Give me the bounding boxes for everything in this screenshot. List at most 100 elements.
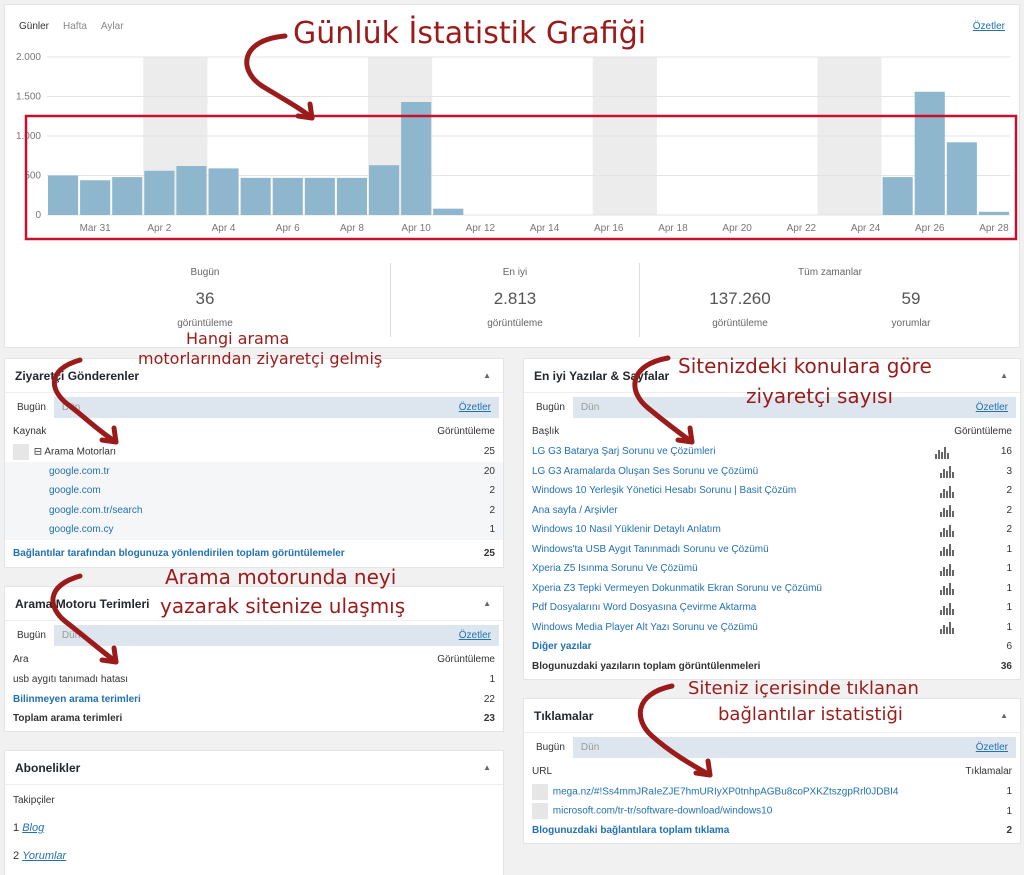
x-tick-label: Apr 14: [530, 223, 560, 234]
tab-today[interactable]: Bugün: [528, 397, 573, 418]
tab-weeks[interactable]: Hafta: [63, 21, 87, 32]
post-row[interactable]: Windows 10 Yerleşik Yönetici Hesabı Soru…: [524, 481, 1020, 501]
stat-today-label: Bugün: [190, 267, 220, 278]
tab-today[interactable]: Bugün: [9, 397, 54, 418]
posts-total-value: 36: [1000, 660, 1012, 672]
tab-today[interactable]: Bugün: [528, 737, 573, 758]
search-term-row: usb aygıtı tanımadı hatası 1: [5, 670, 503, 690]
post-row[interactable]: LG G3 Aramalarda Oluşan Ses Sorunu ve Çö…: [524, 462, 1020, 482]
bar-chart-icon[interactable]: [940, 503, 955, 518]
col-views: Görüntüleme: [437, 426, 495, 437]
bar-chart-icon[interactable]: [940, 523, 955, 537]
bar: [369, 165, 400, 215]
post-link[interactable]: Xperia Z5 Isınma Sorunu Ve Çözümü: [532, 563, 698, 574]
post-row[interactable]: Pdf Dosyalarını Word Dosyasına Çevirme A…: [524, 598, 1020, 618]
group-label[interactable]: ⊟ Arama Motorları: [34, 446, 116, 457]
post-right: 16: [934, 445, 1012, 459]
stats-chart-panel: Günler Hafta Aylar Özetler 2.000 1.500 1.0…: [4, 4, 1020, 348]
summaries-link[interactable]: Özetler: [976, 737, 1008, 758]
bar: [946, 142, 977, 215]
collapse-icon[interactable]: ▲: [1000, 359, 1008, 393]
post-row[interactable]: Windows Media Player Alt Yazı Sorunu ve …: [524, 618, 1020, 638]
top-posts-list: LG G3 Batarya Şarj Sorunu ve Çözümleri 16…: [524, 442, 1020, 637]
post-row[interactable]: Xperia Z5 Isınma Sorunu Ve Çözümü 1: [524, 559, 1020, 579]
tab-yesterday[interactable]: Dün: [54, 625, 88, 646]
referrer-row[interactable]: google.com.tr 20: [5, 461, 503, 481]
post-row[interactable]: Windows 10 Nasıl Yüklenir Detaylı Anlatı…: [524, 520, 1020, 540]
collapse-icon[interactable]: ▲: [483, 751, 491, 785]
bar-chart-icon[interactable]: [934, 445, 949, 459]
post-link[interactable]: Windows'ta USB Aygıt Tanınmadı Sorunu ve…: [532, 544, 769, 555]
bar-chart-icon[interactable]: [940, 620, 955, 635]
tab-days[interactable]: Günler: [19, 21, 49, 32]
post-link[interactable]: Pdf Dosyalarını Word Dosyasına Çevirme A…: [532, 602, 756, 613]
summaries-link[interactable]: Özetler: [976, 397, 1008, 418]
post-row[interactable]: Ana sayfa / Arşivler 2: [524, 501, 1020, 521]
post-link[interactable]: LG G3 Batarya Şarj Sorunu ve Çözümleri: [532, 446, 715, 457]
x-tick-label: Apr 20: [722, 223, 752, 234]
bar-chart-icon[interactable]: [940, 581, 955, 596]
annotation-posts-2: ziyaretçi sayısı: [746, 384, 894, 408]
bar-chart-icon[interactable]: [940, 484, 955, 498]
unknown-terms-link[interactable]: Bilinmeyen arama terimleri: [13, 694, 141, 705]
bar-chart-icon[interactable]: [940, 601, 955, 615]
referrer-link[interactable]: google.com: [13, 485, 101, 496]
referrer-row[interactable]: google.com 2: [5, 481, 503, 501]
collapse-icon[interactable]: ▲: [483, 359, 491, 393]
clicks-total-value: 2: [1006, 825, 1012, 837]
referrers-total-link[interactable]: Bağlantılar tarafından blogunuza yönlend…: [13, 548, 345, 559]
collapse-icon[interactable]: ▲: [483, 587, 491, 621]
post-right: 2: [940, 484, 1012, 498]
click-row[interactable]: mega.nz/#!Ss4mmJRaIeZJE7hmURIyXP0tnhpAGB…: [524, 782, 1020, 802]
y-tick-label: 1.500: [16, 92, 41, 103]
collapse-icon[interactable]: ▲: [1000, 699, 1008, 733]
referrer-row[interactable]: google.com.tr/search 2: [5, 500, 503, 520]
referrer-row[interactable]: google.com.cy 1: [5, 520, 503, 540]
post-link[interactable]: Windows Media Player Alt Yazı Sorunu ve …: [532, 622, 758, 633]
widget-title: Abonelikler ▲: [5, 751, 503, 785]
tab-yesterday[interactable]: Dün: [573, 737, 607, 758]
bar-chart-icon[interactable]: [940, 464, 955, 479]
annotation-referrers-1: Hangi arama: [186, 329, 290, 348]
bar: [882, 177, 913, 215]
blog-link[interactable]: Blog: [22, 822, 44, 834]
post-link[interactable]: Windows 10 Nasıl Yüklenir Detaylı Anlatı…: [532, 524, 721, 535]
click-url-link[interactable]: mega.nz/#!Ss4mmJRaIeZJE7hmURIyXP0tnhpAGB…: [553, 786, 899, 797]
post-row[interactable]: Xperia Z3 Tepki Vermeyen Dokunmatik Ekra…: [524, 579, 1020, 599]
tab-months[interactable]: Aylar: [101, 21, 124, 32]
clicks-total-link[interactable]: Blogunuzdaki bağlantılara toplam tıklama: [532, 825, 729, 836]
summaries-link[interactable]: Özetler: [459, 625, 491, 646]
stat-divider: [639, 263, 640, 337]
comments-link[interactable]: Yorumlar: [22, 850, 66, 862]
y-tick-label: 1.000: [16, 131, 41, 142]
post-link[interactable]: LG G3 Aramalarda Oluşan Ses Sorunu ve Çö…: [532, 466, 758, 477]
post-link[interactable]: Ana sayfa / Arşivler: [532, 505, 618, 516]
item-number: 2: [13, 850, 20, 862]
bar-chart-icon[interactable]: [940, 542, 955, 557]
bar-chart-icon[interactable]: [940, 562, 955, 576]
post-row[interactable]: Windows'ta USB Aygıt Tanınmadı Sorunu ve…: [524, 540, 1020, 560]
bar: [144, 170, 175, 215]
followers-label: Takipçiler: [13, 795, 55, 806]
tab-today[interactable]: Bugün: [9, 625, 54, 646]
post-row[interactable]: LG G3 Batarya Şarj Sorunu ve Çözümleri 16: [524, 442, 1020, 462]
click-url-link[interactable]: microsoft.com/tr-tr/software-download/wi…: [553, 806, 773, 817]
post-link[interactable]: Windows 10 Yerleşik Yönetici Hesabı Soru…: [532, 485, 796, 496]
posts-total-label: Blogunuzdaki yazıların toplam görüntülen…: [532, 660, 761, 672]
click-row[interactable]: microsoft.com/tr-tr/software-download/wi…: [524, 802, 1020, 822]
summaries-link[interactable]: Özetler: [459, 397, 491, 418]
referrer-link[interactable]: google.com.tr: [13, 466, 110, 477]
referrer-link[interactable]: google.com.tr/search: [13, 505, 142, 516]
posts-total-row: Blogunuzdaki yazıların toplam görüntülen…: [524, 657, 1020, 677]
referrer-group-row[interactable]: ⊟ Arama Motorları 25: [5, 442, 503, 462]
x-tick-label: Apr 12: [466, 223, 496, 234]
other-posts-link[interactable]: Diğer yazılar: [532, 641, 591, 652]
y-tick-label: 2.000: [16, 52, 41, 63]
annotation-clicks-2: bağlantılar istatistiği: [718, 704, 903, 725]
stat-divider: [390, 263, 391, 337]
tab-yesterday[interactable]: Dün: [54, 397, 88, 418]
tab-yesterday[interactable]: Dün: [573, 397, 607, 418]
referrer-link[interactable]: google.com.cy: [13, 524, 113, 535]
summaries-link[interactable]: Özetler: [973, 21, 1005, 32]
post-link[interactable]: Xperia Z3 Tepki Vermeyen Dokunmatik Ekra…: [532, 583, 822, 594]
